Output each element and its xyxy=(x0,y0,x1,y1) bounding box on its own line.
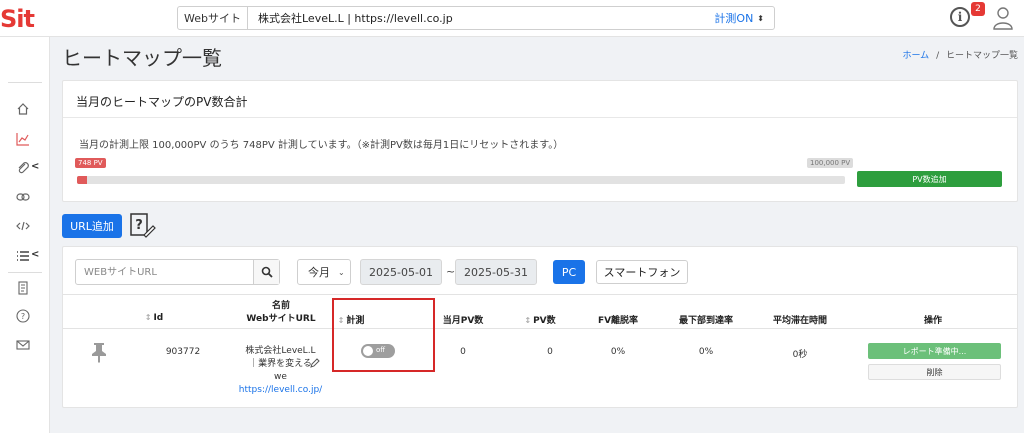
logo-letter-s: S xyxy=(0,5,17,33)
user-icon[interactable] xyxy=(992,6,1014,30)
row-id: 903772 xyxy=(165,347,201,357)
sidebar: < < ? xyxy=(0,37,50,433)
search-icon xyxy=(261,266,273,278)
url-add-button[interactable]: URL追加 xyxy=(62,214,122,238)
notification-badge[interactable]: 2 xyxy=(971,2,985,16)
row-monthly-pv: 0 xyxy=(460,347,466,357)
home-icon[interactable] xyxy=(15,101,31,117)
header-monthly-pv[interactable]: 当月PV数 xyxy=(433,313,493,326)
header-pv-label: PV数 xyxy=(533,316,556,326)
search-box xyxy=(75,259,280,285)
pv-progress-bar xyxy=(77,176,845,184)
delete-button[interactable]: 削除 xyxy=(868,364,1001,380)
site-name: 株式会社LeveL.L | https://levell.co.jp xyxy=(258,12,453,25)
svg-text:?: ? xyxy=(21,312,25,321)
row-fv-bounce: 0% xyxy=(610,347,626,357)
measure-status-text: 計測ON xyxy=(714,12,754,25)
pv-progress-fill xyxy=(77,176,87,184)
logo-letters: it xyxy=(16,5,35,33)
sort-icon: ↕ xyxy=(144,313,152,322)
header-id[interactable]: ↕ Id xyxy=(139,313,169,323)
page-title: ヒートマップ一覧 xyxy=(62,46,222,70)
row-name: 株式会社LeveL.L ｜業界を変える we https://levell.co… xyxy=(233,345,328,397)
sidebar-divider xyxy=(8,82,42,83)
pv-max-badge: 100,000 PV xyxy=(807,158,854,168)
highlight-box xyxy=(332,298,435,372)
site-selector[interactable]: Webサイト 株式会社LeveL.L | https://levell.co.j… xyxy=(177,6,775,30)
date-range-separator: ~ xyxy=(446,265,456,278)
date-to-field[interactable]: 2025-05-31 xyxy=(455,259,537,285)
row-url-link[interactable]: https://levell.co.jp/ xyxy=(233,384,328,397)
device-smartphone-button[interactable]: スマートフォン xyxy=(596,260,688,284)
header-avg-stay[interactable]: 平均滞在時間 xyxy=(760,313,840,326)
period-value: 今月 xyxy=(308,266,330,279)
header-id-label: Id xyxy=(153,313,164,323)
heatmap-table-card: 今月 ⌄ 2025-05-01 ~ 2025-05-31 PC スマートフォン … xyxy=(62,246,1018,408)
table-divider xyxy=(63,294,1017,295)
pv-description: 当月の計測上限 100,000PV のうち 748PV 計測しています。（※計測… xyxy=(79,140,564,151)
header-url-label: WebサイトURL xyxy=(246,314,316,324)
mail-icon[interactable] xyxy=(15,337,31,353)
period-select[interactable]: 今月 ⌄ xyxy=(297,259,351,285)
row-avg-stay: 0秒 xyxy=(792,350,808,360)
svg-text:?: ? xyxy=(135,218,143,233)
search-button[interactable] xyxy=(253,260,279,284)
pv-current-badge: 748 PV xyxy=(75,158,106,168)
header-bottom-reach[interactable]: 最下部到達率 xyxy=(666,313,746,326)
chevron-down-icon: ⌄ xyxy=(338,267,345,277)
report-button[interactable]: レポート準備中... xyxy=(868,343,1001,359)
date-from-field[interactable]: 2025-05-01 xyxy=(360,259,442,285)
header-actions: 操作 xyxy=(923,316,942,326)
pv-card-title: 当月のヒートマップのPV数合計 xyxy=(63,81,1017,118)
select-caret-icon: ⬍ xyxy=(757,13,764,23)
device-pc-button[interactable]: PC xyxy=(553,260,585,284)
sidebar-divider xyxy=(8,272,42,273)
pv-summary-card: 当月のヒートマップのPV数合計 当月の計測上限 100,000PV のうち 74… xyxy=(62,80,1018,202)
row-name-line: 株式会社LeveL.L xyxy=(245,346,316,356)
sort-icon: ↕ xyxy=(524,316,532,325)
help-document-icon[interactable]: ? xyxy=(128,211,156,239)
row-bottom-reach: 0% xyxy=(698,347,714,357)
link-icon[interactable] xyxy=(15,189,31,205)
chevron-left-icon[interactable]: < xyxy=(31,249,39,260)
chevron-left-icon[interactable]: < xyxy=(31,161,39,172)
logo[interactable]: Sit xyxy=(0,5,35,33)
row-pv: 0 xyxy=(547,347,553,357)
header-name-label: 名前 xyxy=(271,301,290,311)
site-selector-label: Webサイト xyxy=(178,7,248,29)
breadcrumb-home[interactable]: ホーム xyxy=(902,51,929,61)
help-circle-icon[interactable]: ? xyxy=(15,308,31,324)
clip-icon[interactable] xyxy=(15,160,31,176)
code-icon[interactable] xyxy=(15,218,31,234)
pv-add-button[interactable]: PV数追加 xyxy=(857,171,1002,187)
top-bar: Sit Webサイト 株式会社LeveL.L | https://levell.… xyxy=(0,0,1024,37)
info-icon[interactable]: i xyxy=(950,7,970,27)
measure-status: 計測ON ⬍ xyxy=(714,10,774,26)
document-icon[interactable] xyxy=(15,280,31,296)
header-fv-bounce[interactable]: FV離脱率 xyxy=(588,313,648,326)
breadcrumb-separator: / xyxy=(936,51,940,61)
url-search-input[interactable] xyxy=(76,260,253,284)
table-divider xyxy=(63,328,1017,329)
header-name: 名前 WebサイトURL xyxy=(231,300,331,326)
list-icon[interactable] xyxy=(15,248,31,264)
pencil-icon[interactable] xyxy=(309,358,320,369)
chart-icon[interactable] xyxy=(15,131,31,147)
header-pv[interactable]: ↕ PV数 xyxy=(515,313,565,326)
breadcrumb: ホーム / ヒートマップ一覧 xyxy=(902,48,1018,61)
breadcrumb-current: ヒートマップ一覧 xyxy=(945,51,1018,61)
row-name-line: we xyxy=(274,372,287,382)
pin-icon[interactable] xyxy=(90,341,108,363)
